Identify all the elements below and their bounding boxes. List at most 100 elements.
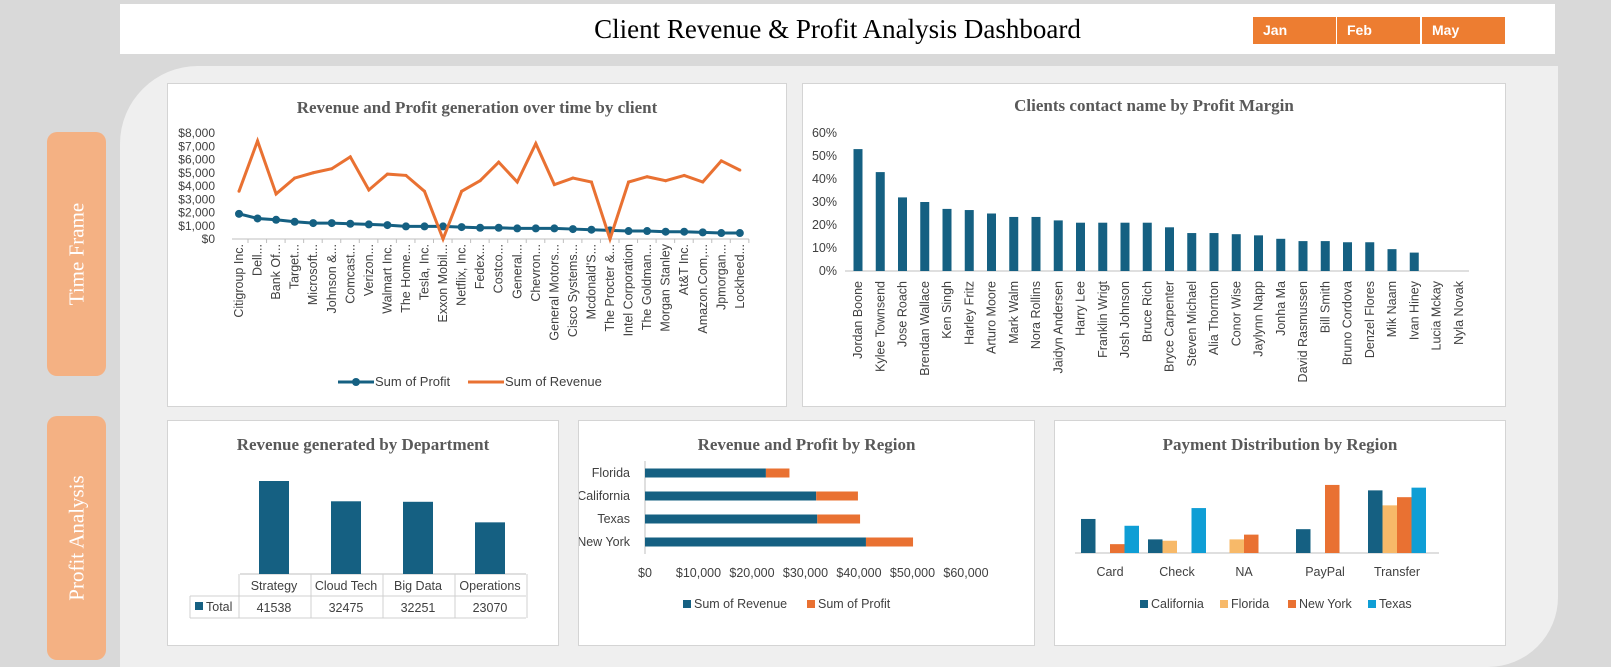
profit-bar <box>816 491 858 501</box>
x-tick-label: Arturo Moore <box>985 281 999 354</box>
revenue-point <box>534 142 538 146</box>
revenue-point <box>497 160 501 164</box>
margin-bar <box>1254 235 1263 271</box>
x-tick-label: Target... <box>288 244 302 289</box>
payment-bar <box>1325 484 1340 553</box>
table-value: 23070 <box>473 601 508 615</box>
y-tick-label: 0% <box>819 264 837 278</box>
y-tick-label: 10% <box>812 241 837 255</box>
x-tick-label: Verizon... <box>362 244 376 296</box>
profit-point <box>272 215 281 224</box>
table-header: Strategy <box>251 579 298 593</box>
revenue-point <box>478 179 482 183</box>
margin-bar <box>898 197 907 271</box>
x-tick-label: Franklin Wrigt <box>1096 280 1110 357</box>
y-tick-label: New York <box>579 535 631 549</box>
legend-swatch-total <box>195 602 203 610</box>
y-tick-label: $3,000 <box>178 192 215 206</box>
y-tick-label: $5,000 <box>178 166 215 180</box>
margin-bar <box>964 210 974 271</box>
y-tick-label: Florida <box>592 466 630 480</box>
legend-swatch-revenue <box>683 600 691 608</box>
revenue-point <box>460 189 464 193</box>
department-bar-chart: Strategy 41538 Cloud Tech 32475 Big Data 3225… <box>189 481 528 619</box>
revenue-point <box>627 180 631 184</box>
x-tick-label: Ivan Hiney <box>1407 280 1421 340</box>
profit-point <box>587 225 596 234</box>
payment-bar <box>1296 529 1311 553</box>
y-tick-label: $0 <box>202 232 216 246</box>
y-tick-label: $1,000 <box>178 219 215 233</box>
table-header: Operations <box>459 579 520 593</box>
table-header: Cloud Tech <box>315 579 377 593</box>
region-chart-card: Revenue and Profit by Region Florida Cali… <box>578 420 1035 646</box>
table-value: 32475 <box>329 601 364 615</box>
x-tick-label: Jaidyn Andersen <box>1051 281 1065 373</box>
revenue-point <box>571 176 575 180</box>
side-tab-time-frame[interactable]: Time Frame <box>47 132 106 376</box>
y-tick-label: 30% <box>812 195 837 209</box>
x-tick-label: Jonha Ma <box>1274 281 1288 336</box>
legend-label: New York <box>1299 597 1353 611</box>
y-tick-label: $7,000 <box>178 139 215 153</box>
profit-point <box>420 222 429 231</box>
payment-chart-card: Payment Distribution by Region Card Check… <box>1054 420 1506 646</box>
x-tick-label: Chevron... <box>529 244 543 302</box>
department-bar <box>331 501 361 574</box>
margin-bar <box>1031 216 1041 271</box>
legend-label: Sum of Profit <box>375 374 451 389</box>
profit-point <box>309 219 318 228</box>
department-bar <box>475 522 505 574</box>
x-tick-label: The Home... <box>399 244 413 313</box>
margin-bar <box>1142 222 1152 271</box>
profit-point <box>661 227 670 236</box>
margin-bar <box>1409 252 1419 271</box>
legend-label: Sum of Revenue <box>694 597 787 611</box>
x-tick-label: Steven Michael <box>1185 281 1199 366</box>
revenue-point <box>645 175 649 179</box>
margin-bar <box>1076 222 1085 271</box>
revenue-point <box>682 173 686 177</box>
margin-chart-card: Clients contact name by Profit Margin 0%… <box>802 83 1506 407</box>
profit-margin-bar-chart: 0% 10% 20% 30% 40% 50% 60% Jordan Boone Kylee To… <box>812 126 1469 382</box>
x-tick-label: The Procter &... <box>603 244 617 332</box>
x-tick-label: Microsoft... <box>306 244 320 305</box>
x-tick-label: Harley Fritz <box>962 281 976 345</box>
y-tick-label: 50% <box>812 149 837 163</box>
profit-point <box>327 219 336 228</box>
profit-point <box>253 214 262 223</box>
revenue-point <box>608 237 612 241</box>
side-tab-profit-analysis[interactable]: Profit Analysis <box>47 416 106 660</box>
x-tick-label: $10,000 <box>676 566 721 580</box>
slicer-month-may[interactable]: May <box>1422 17 1505 44</box>
margin-bar <box>1343 242 1352 271</box>
legend-label: Texas <box>1379 597 1412 611</box>
x-tick-label: $50,000 <box>890 566 935 580</box>
x-tick-label: Check <box>1159 565 1195 579</box>
payment-bar <box>1411 487 1426 553</box>
margin-bar <box>1098 222 1108 271</box>
revenue-point <box>589 180 593 184</box>
x-tick-label: David Rasmussen <box>1296 281 1310 382</box>
revenue-point <box>348 155 352 159</box>
y-tick-label: 20% <box>812 218 837 232</box>
payment-distribution-chart: Card Check NA PayPal Transfer California Flori… <box>1075 484 1439 611</box>
payment-bar <box>1368 490 1383 553</box>
payment-bar <box>1397 497 1412 553</box>
revenue-point <box>738 168 742 172</box>
x-tick-label: NA <box>1235 565 1253 579</box>
x-tick-label: Alia Thornton <box>1207 281 1221 355</box>
profit-bar <box>765 468 790 478</box>
x-tick-label: Amazon.Com,... <box>696 244 710 334</box>
x-tick-label: Fedex... <box>473 244 487 289</box>
revenue-point <box>237 189 241 193</box>
x-tick-label: Walmart Inc. <box>380 244 394 314</box>
x-tick-label: Lockheed... <box>733 244 747 309</box>
profit-point <box>383 221 392 230</box>
payment-bar <box>1244 534 1259 553</box>
payment-bar <box>1110 544 1125 553</box>
slicer-month-feb[interactable]: Feb <box>1337 17 1420 44</box>
slicer-month-jan[interactable]: Jan <box>1253 17 1336 44</box>
profit-point <box>235 209 243 218</box>
x-tick-label: Morgan Stanley <box>659 243 673 331</box>
